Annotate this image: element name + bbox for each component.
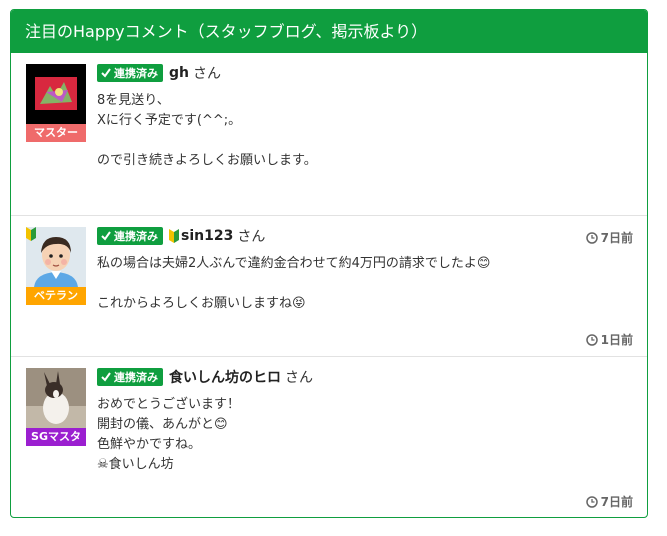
comment-time: 1日前 [585,331,633,348]
username-link[interactable]: gh [169,65,189,81]
panel-title: 注目のHappyコメント（スタッフブログ、掲示板より） [11,10,647,53]
linked-badge-label: 連携済み [114,67,158,80]
rank-badge: ベテラン [26,287,86,305]
beginner-leaf-icon [169,229,179,243]
time-label: 1日前 [600,333,633,347]
avatar[interactable] [26,368,86,428]
clock-icon [585,495,598,508]
username-link[interactable]: sin123 [181,228,233,244]
comment-item: ベテラン 連携済み sin123 さん 私の場合は夫婦2人ぶんで違約金合わせて約… [11,216,647,357]
clock-icon [585,333,598,346]
honorific: さん [285,370,313,386]
comment-text: 8を見送り、 Xに行く予定です(^^;。 ので引き続きよろしくお願いします。 [97,93,317,168]
check-icon [101,68,111,78]
user-avatar-block[interactable]: マスター [26,64,86,142]
avatar[interactable] [26,64,86,124]
happy-comments-panel: 注目のHappyコメント（スタッフブログ、掲示板より） マスター 連携済み gh… [10,9,648,518]
comment-time: 7日前 [585,493,633,510]
comment-text: 私の場合は夫婦2人ぶんで違約金合わせて約4万円の請求でしたよ😊 これからよろしく… [97,256,491,311]
time-label: 7日前 [600,495,633,509]
check-icon [101,231,111,241]
linked-badge: 連携済み [97,368,163,386]
username-link[interactable]: 食いしん坊のヒロ [169,367,281,387]
comment-item: マスター 連携済み gh さん 8を見送り、 Xに行く予定です(^^;。 ので引… [11,53,647,245]
linked-badge: 連携済み [97,64,163,82]
comment-item: SGマスタ 連携済み 食いしん坊のヒロ さん おめでとうございます！ 開封の儀、… [11,357,647,517]
beginner-leaf-icon [26,227,36,241]
linked-badge-label: 連携済み [114,230,158,243]
comment-text: おめでとうございます！ 開封の儀、あんがと😊 色鮮やかですね。 ☠食いしん坊 [97,397,241,472]
honorific: さん [237,229,266,245]
user-avatar-block[interactable]: SGマスタ [26,368,86,446]
honorific: さん [193,66,221,82]
rank-badge: マスター [26,124,86,142]
linked-badge: 連携済み [97,227,163,245]
rank-badge: SGマスタ [26,428,86,446]
check-icon [101,372,111,382]
linked-badge-label: 連携済み [114,371,158,384]
